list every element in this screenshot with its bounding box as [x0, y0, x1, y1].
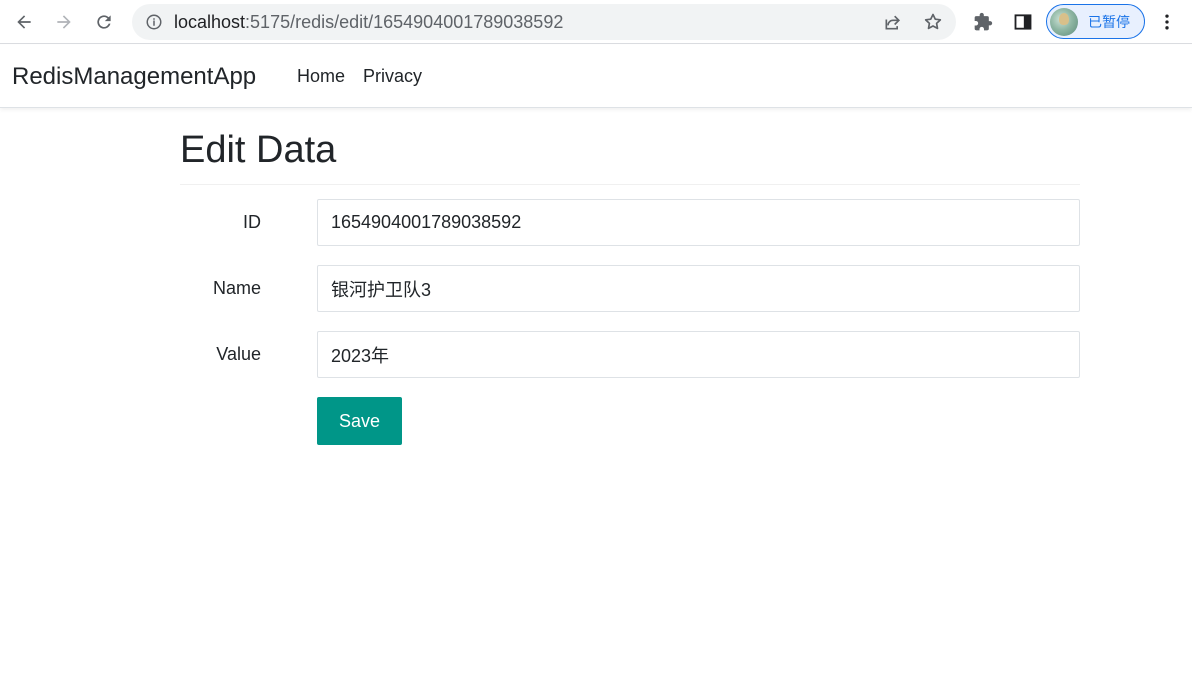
title-divider: [180, 184, 1080, 185]
extensions-puzzle-icon[interactable]: [971, 10, 995, 34]
url-path: :5175/redis/edit/1654904001789038592: [245, 12, 564, 32]
name-input[interactable]: [317, 265, 1080, 312]
info-icon[interactable]: [144, 12, 164, 32]
value-input[interactable]: [317, 331, 1080, 378]
id-input[interactable]: [317, 199, 1080, 246]
forward-arrow-icon[interactable]: [50, 8, 78, 36]
brand-link[interactable]: RedisManagementApp: [12, 63, 256, 91]
back-arrow-icon[interactable]: [10, 8, 38, 36]
url-host: localhost: [174, 12, 246, 32]
page-title: Edit Data: [180, 129, 337, 171]
nav-link-privacy[interactable]: Privacy: [363, 66, 422, 86]
app-navbar: RedisManagementApp Home Privacy: [0, 45, 1192, 108]
avatar: [1050, 7, 1078, 36]
nav-link-home[interactable]: Home: [297, 66, 345, 86]
bookmark-star-icon[interactable]: [922, 11, 944, 33]
url-text[interactable]: localhost:5175/redis/edit/16549040017890…: [174, 12, 563, 32]
reload-icon[interactable]: [90, 8, 118, 36]
share-icon[interactable]: [882, 11, 904, 33]
profile-status-label: 已暂停: [1088, 14, 1130, 31]
name-label: Name: [212, 278, 261, 298]
browser-toolbar: localhost:5175/redis/edit/16549040017890…: [0, 0, 1192, 44]
more-menu-icon[interactable]: [1155, 10, 1179, 34]
value-label: Value: [216, 344, 261, 364]
save-button[interactable]: Save: [317, 397, 402, 445]
side-panel-icon[interactable]: [1011, 10, 1035, 34]
id-label: ID: [243, 212, 261, 232]
address-bar[interactable]: localhost:5175/redis/edit/16549040017890…: [132, 4, 956, 40]
profile-button[interactable]: 已暂停: [1046, 4, 1145, 39]
